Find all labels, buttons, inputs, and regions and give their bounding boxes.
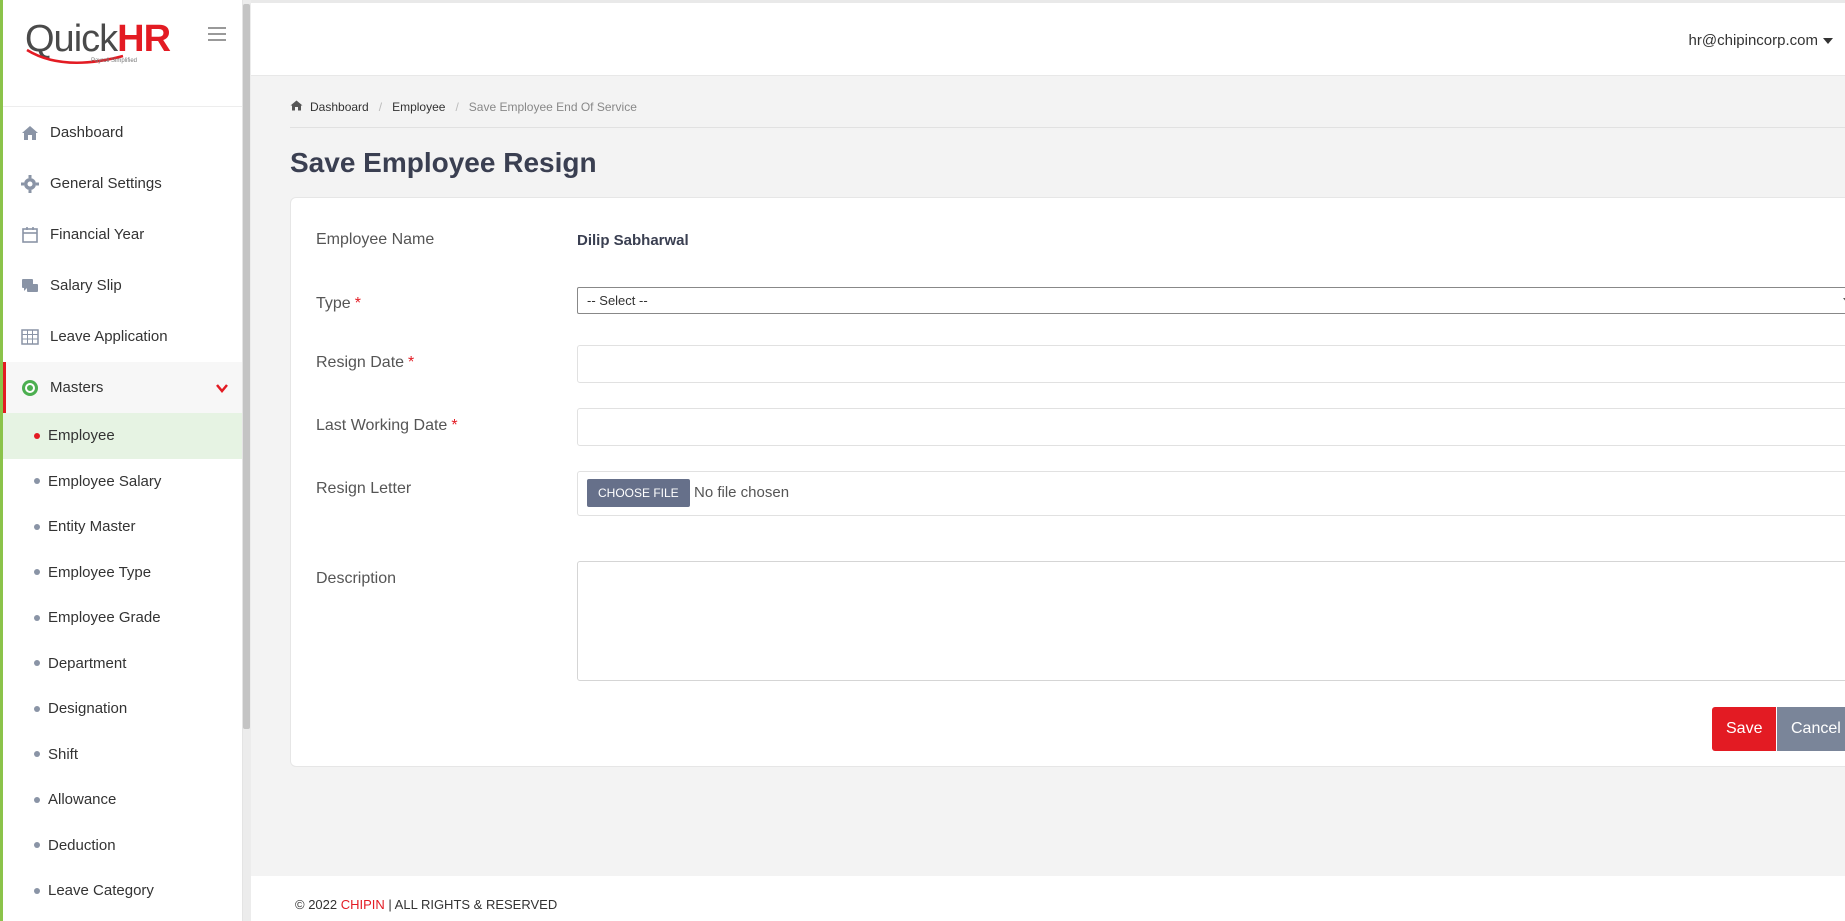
bullet-icon: [34, 887, 40, 894]
sidebar-subitem-leave-category[interactable]: Leave Category: [3, 868, 242, 914]
last-working-date-input[interactable]: [577, 408, 1845, 446]
sidebar-item-label: General Settings: [50, 175, 162, 192]
sidebar-item-leave-application[interactable]: Leave Application: [3, 311, 242, 362]
sidebar-item-label: Financial Year: [50, 226, 145, 243]
sidebar-subitem-label: Department: [48, 654, 127, 672]
bullet-icon: [34, 523, 40, 530]
sidebar-item-dashboard[interactable]: Dashboard: [3, 107, 242, 158]
required-mark: *: [354, 295, 361, 312]
chat-icon: [20, 276, 40, 296]
sidebar-subitem-employee-grade[interactable]: Employee Grade: [3, 595, 242, 641]
sidebar-item-label: Salary Slip: [50, 277, 122, 294]
caret-down-icon: [1823, 37, 1833, 44]
table-icon: [20, 327, 40, 347]
description-textarea[interactable]: [577, 561, 1845, 681]
footer-rights: | ALL RIGHTS & RESERVED: [384, 897, 558, 912]
sidebar-subitem-allowance[interactable]: Allowance: [3, 777, 242, 823]
breadcrumb-divider: [290, 127, 1845, 128]
sidebar-subitem-shift[interactable]: Shift: [3, 732, 242, 778]
required-mark: *: [408, 354, 415, 371]
file-status-text: No file chosen: [694, 484, 790, 501]
chevron-down-icon: [216, 380, 228, 397]
cancel-button[interactable]: Cancel: [1777, 707, 1845, 751]
home-icon: [290, 100, 303, 114]
resign-date-input[interactable]: [577, 345, 1845, 383]
breadcrumb-separator: /: [378, 100, 383, 114]
bullet-icon: [34, 478, 40, 485]
bullet-icon: [34, 796, 40, 803]
sidebar: QuickHR Payroll Simplified Dashboard Gen…: [3, 0, 243, 921]
sidebar-subitem-department[interactable]: Department: [3, 641, 242, 687]
sidebar-subitem-label: Deduction: [48, 836, 116, 854]
sidebar-item-label: Leave Application: [50, 328, 168, 345]
hamburger-menu-icon[interactable]: [208, 27, 226, 43]
employee-name-label: Employee Name: [316, 231, 435, 248]
logo-area: QuickHR Payroll Simplified: [3, 0, 242, 107]
sidebar-subitem-label: Entity Master: [48, 518, 136, 536]
sidebar-subitem-employee-salary[interactable]: Employee Salary: [3, 459, 242, 505]
sidebar-subitem-label: Allowance: [48, 791, 117, 809]
sidebar-subitem-label: Employee Type: [48, 563, 152, 581]
user-email: hr@chipincorp.com: [1688, 32, 1818, 49]
sidebar-item-label: Masters: [50, 379, 104, 396]
bullet-icon: [34, 660, 40, 667]
sidebar-subitem-employee-type[interactable]: Employee Type: [3, 550, 242, 596]
footer-text: © 2022 CHIPIN | ALL RIGHTS & RESERVED: [295, 897, 557, 912]
employee-name-value: Dilip Sabharwal: [577, 232, 689, 249]
breadcrumb: Dashboard / Employee / Save Employee End…: [290, 100, 637, 114]
sidebar-item-general-settings[interactable]: General Settings: [3, 158, 242, 209]
gear-icon: [20, 174, 40, 194]
footer-copyright: © 2022: [295, 897, 341, 912]
type-label-text: Type: [316, 295, 351, 312]
top-bar: hr@chipincorp.com: [251, 3, 1845, 76]
breadcrumb-current: Save Employee End Of Service: [468, 100, 637, 114]
page-title: Save Employee Resign: [290, 147, 597, 178]
resign-letter-file-input: CHOOSE FILE No file chosen: [577, 471, 1845, 516]
sidebar-subitem-designation[interactable]: Designation: [3, 686, 242, 732]
breadcrumb-separator: /: [455, 100, 459, 114]
bullet-icon: [34, 842, 40, 849]
bullet-icon: [34, 569, 40, 576]
resign-letter-label: Resign Letter: [316, 480, 412, 497]
bullet-icon: [34, 751, 40, 758]
sidebar-subitem-label: Employee: [48, 427, 115, 445]
type-label: Type *: [316, 295, 361, 313]
sidebar-item-label: Dashboard: [50, 124, 124, 141]
type-select[interactable]: -- Select --: [577, 287, 1845, 314]
bullet-icon: [34, 614, 40, 621]
sidebar-subitem-label: Employee Grade: [48, 609, 161, 627]
last-working-date-label: Last Working Date *: [316, 417, 458, 435]
user-menu[interactable]: hr@chipincorp.com: [1689, 32, 1833, 49]
type-select-value: -- Select --: [587, 293, 648, 308]
sidebar-item-financial-year[interactable]: Financial Year: [3, 209, 242, 260]
required-mark: *: [451, 417, 458, 434]
sidebar-subitem-label: Shift: [48, 745, 79, 763]
bullet-icon: [34, 432, 40, 439]
choose-file-button[interactable]: CHOOSE FILE: [587, 479, 690, 507]
save-button[interactable]: Save: [1712, 707, 1777, 751]
resign-date-label-text: Resign Date: [316, 354, 405, 371]
masters-icon: [20, 378, 40, 398]
breadcrumb-employee[interactable]: Employee: [392, 100, 445, 114]
sidebar-scrollbar-thumb[interactable]: [243, 4, 250, 729]
resign-date-label: Resign Date *: [316, 354, 414, 372]
bullet-icon: [34, 705, 40, 712]
sidebar-item-masters[interactable]: Masters: [3, 362, 242, 413]
description-label: Description: [316, 570, 397, 587]
sidebar-item-salary-slip[interactable]: Salary Slip: [3, 260, 242, 311]
logo-tagline: Payroll Simplified: [91, 58, 138, 64]
home-icon: [20, 123, 40, 143]
sidebar-subitem-deduction[interactable]: Deduction: [3, 823, 242, 869]
last-working-date-label-text: Last Working Date: [316, 417, 448, 434]
sidebar-subitem-label: Employee Salary: [48, 472, 162, 490]
sidebar-subitem-label: Designation: [48, 700, 128, 718]
calendar-icon: [20, 225, 40, 245]
breadcrumb-dashboard[interactable]: Dashboard: [310, 100, 369, 114]
footer-brand-link[interactable]: CHIPIN: [341, 897, 385, 912]
sidebar-subitem-employee[interactable]: Employee: [3, 413, 242, 459]
sidebar-subitem-label: Leave Category: [48, 882, 154, 900]
sidebar-subitem-entity-master[interactable]: Entity Master: [3, 504, 242, 550]
